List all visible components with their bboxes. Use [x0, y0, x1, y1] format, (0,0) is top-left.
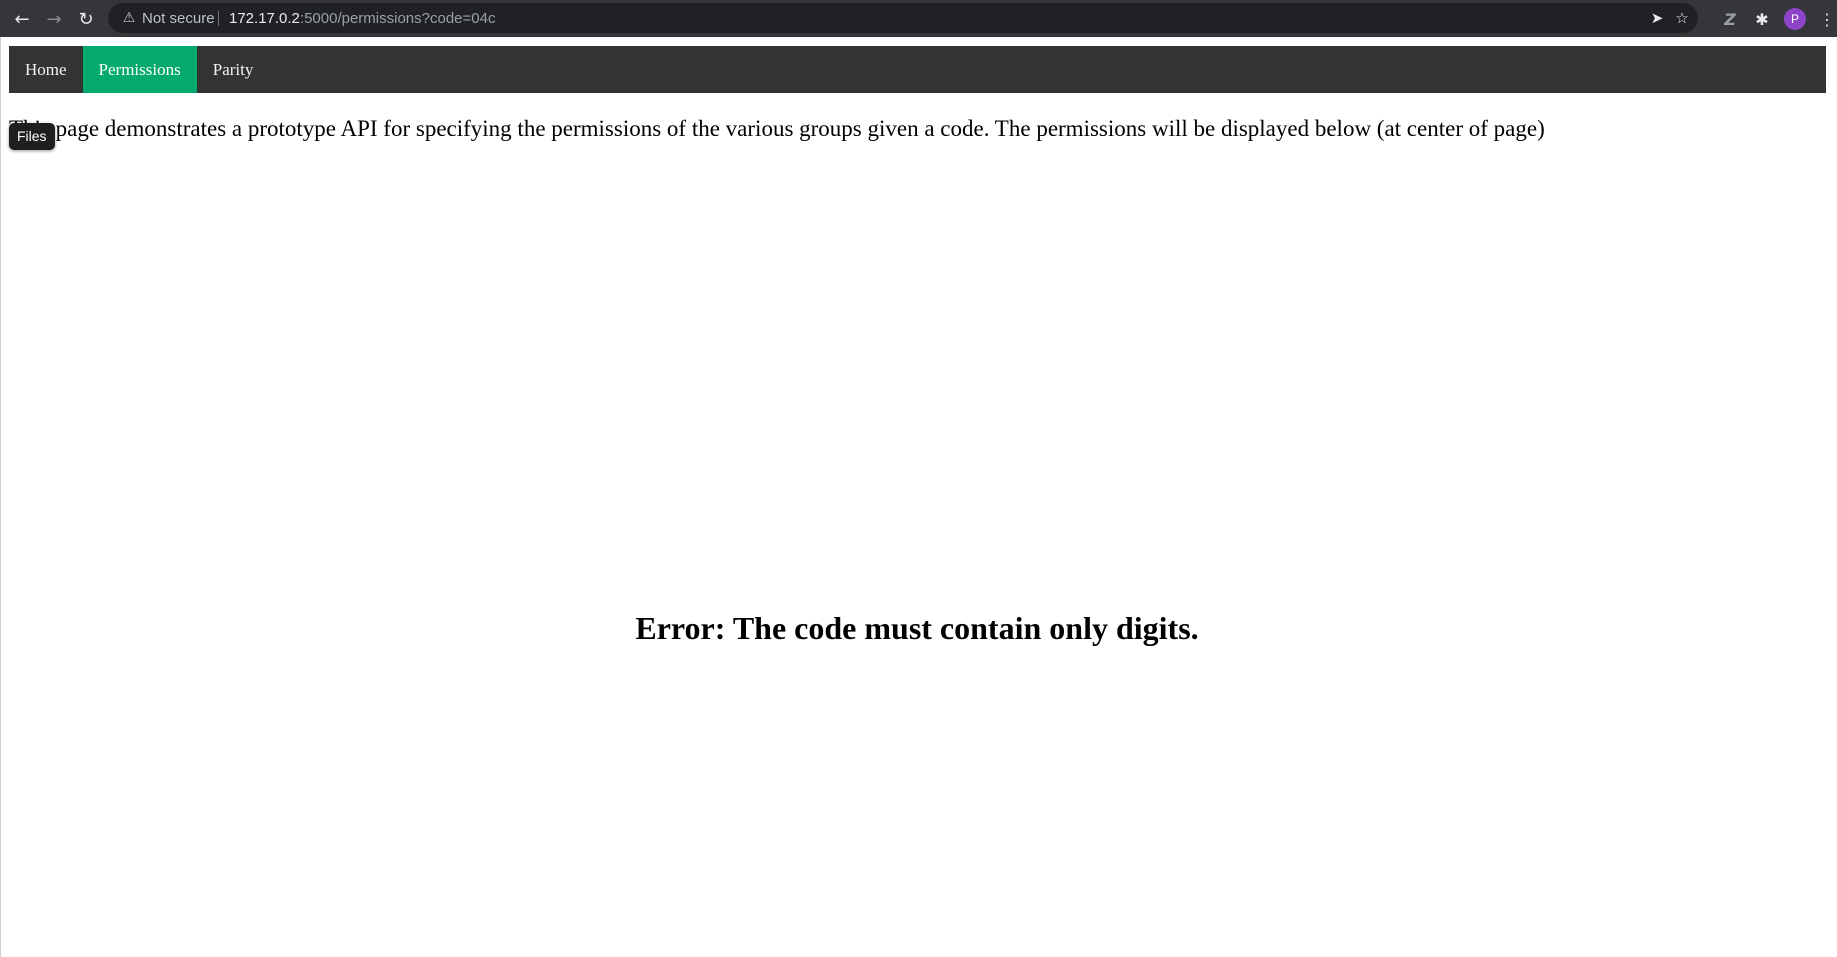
- puzzle-icon[interactable]: ✱: [1749, 6, 1775, 32]
- address-separator: [218, 11, 219, 26]
- kebab-menu-icon[interactable]: ⋮: [1819, 6, 1835, 32]
- forward-arrow-icon[interactable]: →: [41, 6, 67, 32]
- url-text[interactable]: 172.17.0.2:5000/permissions?code=04c: [229, 10, 495, 27]
- page-viewport: [0, 37, 1837, 957]
- send-icon[interactable]: ➤: [1646, 7, 1668, 29]
- browser-toolbar: ← → ↻ ⚠ Not secure 172.17.0.2:5000/permi…: [0, 0, 1837, 37]
- profile-avatar[interactable]: P: [1784, 8, 1806, 30]
- url-path: :5000/permissions?code=04c: [299, 10, 496, 27]
- back-arrow-icon[interactable]: ←: [9, 6, 35, 32]
- files-tooltip: Files: [9, 123, 55, 150]
- security-status[interactable]: Not secure: [142, 10, 215, 27]
- address-bar[interactable]: ⚠ Not secure 172.17.0.2:5000/permissions…: [108, 3, 1698, 33]
- url-host: 172.17.0.2: [229, 10, 300, 27]
- intro-text: This page demonstrates a prototype API f…: [9, 116, 1545, 141]
- star-icon[interactable]: ☆: [1671, 7, 1693, 29]
- reload-icon[interactable]: ↻: [73, 6, 99, 32]
- nav-parity[interactable]: Parity: [197, 46, 270, 93]
- top-navigation: Home Permissions Parity: [9, 46, 1826, 93]
- z-extension-icon[interactable]: Z: [1717, 6, 1743, 32]
- nav-home[interactable]: Home: [9, 46, 83, 93]
- warning-triangle-icon[interactable]: ⚠: [120, 9, 138, 27]
- nav-permissions[interactable]: Permissions: [82, 46, 197, 93]
- error-message: Error: The code must contain only digits…: [635, 610, 1199, 646]
